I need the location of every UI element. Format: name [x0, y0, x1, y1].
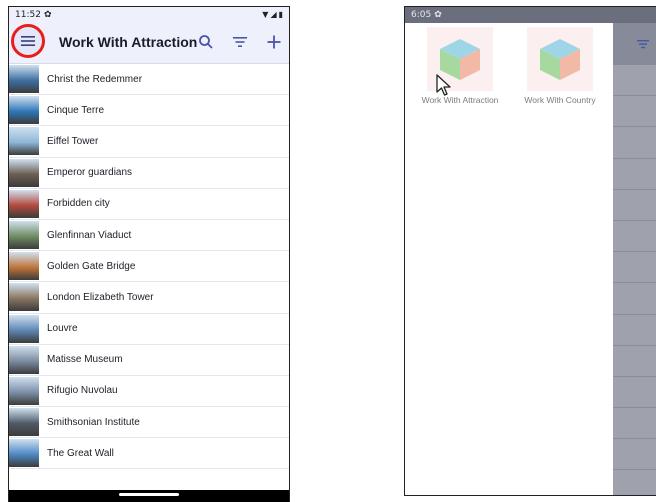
signal-icon: ◢: [270, 10, 277, 19]
drawer-item-label: Work With Country: [524, 95, 596, 105]
attraction-list: Christ the Redemmer Cinque Terre Eiffel To…: [9, 64, 289, 470]
thumbnail-image: [9, 96, 39, 125]
wifi-icon: ▼: [262, 10, 269, 19]
list-item[interactable]: Glenfinnan Viaduct: [9, 219, 289, 252]
filter-button[interactable]: [231, 33, 249, 51]
list-item[interactable]: The Great Wall: [9, 438, 289, 470]
cube-icon: [540, 39, 580, 80]
drawer-item-work-with-country[interactable]: Work With Country: [515, 27, 605, 105]
list-item[interactable]: Smithsonian Institute: [9, 407, 289, 439]
list-item-label: Rifugio Nuvolau: [47, 385, 118, 397]
list-item-label: Christ the Redemmer: [47, 73, 143, 85]
add-button[interactable]: [265, 33, 283, 51]
list-item-label: London Elizabeth Tower: [47, 291, 154, 303]
list-item[interactable]: Louvre: [9, 313, 289, 345]
hamburger-menu-icon: [21, 36, 35, 46]
list-item-label: Louvre: [47, 323, 78, 335]
list-item[interactable]: Cinque Terre: [9, 95, 289, 127]
drawer-item-work-with-attraction[interactable]: Work With Attraction: [415, 27, 505, 105]
list-item-label: Eiffel Tower: [47, 135, 99, 147]
battery-icon: ▮: [278, 10, 283, 19]
settings-status-icon-right: ✿: [434, 10, 442, 20]
menu-button[interactable]: [11, 24, 45, 58]
thumbnail-image: [9, 221, 39, 250]
drawer-item-label: Work With Attraction: [421, 95, 499, 105]
page-title: Work With Attraction: [59, 34, 198, 50]
mouse-cursor-icon: [436, 74, 451, 96]
thumbnail-image: [9, 127, 39, 156]
list-item-label: Emperor guardians: [47, 167, 133, 179]
thumbnail-image: [9, 158, 39, 187]
drawer-icon-container: [527, 27, 593, 91]
search-icon: [199, 35, 213, 49]
filter-icon-dimmed: [637, 40, 649, 49]
home-gesture-pill[interactable]: [119, 493, 179, 496]
thumbnail-image: [9, 408, 39, 437]
status-time-right: 6:05: [411, 10, 432, 20]
thumbnail-image: [9, 252, 39, 281]
list-item[interactable]: Christ the Redemmer: [9, 64, 289, 96]
status-bar: 11:52 ✿ ▼ ◢ ▮: [9, 7, 289, 22]
list-item-label: Cinque Terre: [47, 104, 105, 116]
list-item[interactable]: Eiffel Tower: [9, 126, 289, 158]
thumbnail-image: [9, 283, 39, 312]
list-item-label: Forbidden city: [47, 198, 110, 210]
list-item-label: The Great Wall: [47, 447, 114, 459]
list-item[interactable]: Emperor guardians: [9, 157, 289, 189]
status-bar-right: 6:05 ✿: [405, 7, 656, 23]
search-button[interactable]: [197, 33, 215, 51]
list-item[interactable]: London Elizabeth Tower: [9, 282, 289, 314]
thumbnail-image: [9, 65, 39, 94]
list-item-label: Golden Gate Bridge: [47, 260, 136, 272]
thumbnail-image: [9, 189, 39, 218]
thumbnail-image: [9, 314, 39, 343]
filter-icon: [233, 37, 247, 47]
list-item[interactable]: Matisse Museum: [9, 344, 289, 376]
app-bar: Work With Attraction: [9, 22, 289, 64]
right-phone-screen: 6:05 ✿ Work With Attraction Work With Co…: [404, 6, 656, 496]
status-time: 11:52: [15, 9, 41, 20]
navigation-drawer: Work With Attraction Work With Country: [405, 23, 613, 495]
list-item[interactable]: Golden Gate Bridge: [9, 251, 289, 283]
list-item-label: Glenfinnan Viaduct: [47, 229, 132, 241]
list-item-label: Smithsonian Institute: [47, 416, 140, 428]
list-item[interactable]: Forbidden city: [9, 188, 289, 220]
plus-icon: [267, 35, 281, 49]
system-nav-bar: [9, 490, 289, 502]
settings-status-icon: ✿: [43, 9, 52, 20]
list-item[interactable]: Rifugio Nuvolau: [9, 375, 289, 408]
list-item-label: Matisse Museum: [47, 354, 123, 366]
thumbnail-image: [9, 439, 39, 468]
thumbnail-image: [9, 345, 39, 374]
left-phone-screen: 11:52 ✿ ▼ ◢ ▮ Work With Attraction Chris…: [8, 6, 290, 502]
thumbnail-image: [9, 376, 39, 405]
